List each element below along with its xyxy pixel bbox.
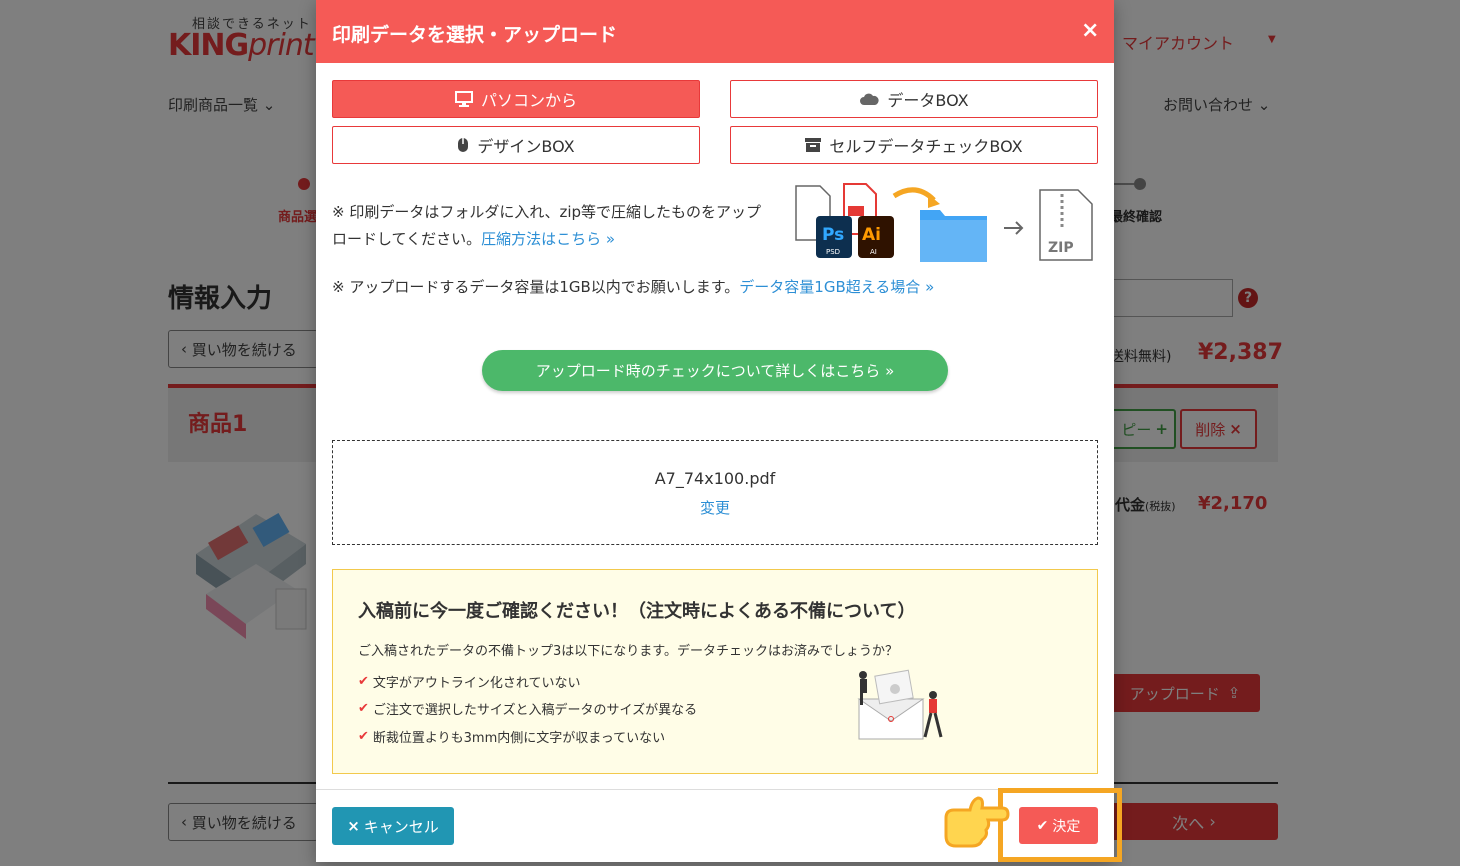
zip-illustration: Ps PSD Ai AI ZIP bbox=[795, 183, 1093, 262]
cloud-icon bbox=[860, 93, 879, 105]
pointing-hand-icon bbox=[944, 796, 1010, 848]
warning-item: ✔ 文字がアウトライン化されていない bbox=[358, 674, 581, 691]
selected-file-name: A7_74x100.pdf bbox=[654, 469, 776, 488]
warning-title: 入稿前に今一度ご確認ください！（注文時によくある不備について） bbox=[358, 601, 916, 622]
svg-text:Ps: Ps bbox=[822, 225, 844, 245]
svg-text:AI: AI bbox=[870, 248, 877, 256]
svg-text:ZIP: ZIP bbox=[1048, 240, 1074, 256]
envelope-people-illustration bbox=[857, 669, 943, 740]
cancel-button[interactable]: × キャンセル bbox=[332, 807, 454, 845]
compress-howto-link[interactable]: 圧縮方法はこちら » bbox=[481, 230, 615, 248]
upload-check-details-button[interactable]: アップロード時のチェックについて詳しくはこちら » bbox=[482, 350, 948, 391]
check-icon: ✔ bbox=[358, 701, 369, 716]
archive-icon bbox=[805, 138, 822, 152]
source-databox-button[interactable]: データBOX bbox=[730, 80, 1098, 118]
svg-text:Ai: Ai bbox=[862, 225, 881, 245]
compress-note: ※ 印刷データはフォルダに入れ、zip等で圧縮したものをアップロードしてください… bbox=[332, 203, 762, 248]
size-note: ※ アップロードするデータ容量は1GB以内でお願いします。データ容量1GB超える… bbox=[332, 278, 935, 296]
close-icon[interactable]: × bbox=[1081, 18, 1099, 43]
monitor-icon bbox=[454, 91, 473, 107]
confirm-button[interactable]: ✔ 決定 bbox=[1019, 807, 1098, 844]
modal-title: 印刷データを選択・アップロード bbox=[332, 24, 618, 46]
warning-item: ✔ 断裁位置よりも3mm内側に文字が収まっていない bbox=[358, 729, 666, 746]
check-icon: ✔ bbox=[358, 674, 369, 689]
file-dropzone[interactable]: A7_74x100.pdf 変更 bbox=[332, 440, 1098, 545]
check-icon: ✔ bbox=[358, 729, 369, 744]
large-data-link[interactable]: データ容量1GB超える場合 » bbox=[739, 278, 934, 296]
source-selfcheckbox-button[interactable]: セルフデータチェックBOX bbox=[730, 126, 1098, 164]
upload-modal: 印刷データを選択・アップロード × パソコンから データBOX デザインBOX … bbox=[316, 0, 1114, 862]
warning-intro: ご入稿されたデータの不備トップ3は以下になります。データチェックはお済みでしょう… bbox=[358, 644, 898, 659]
modal-header: 印刷データを選択・アップロード × bbox=[316, 0, 1114, 63]
change-file-link[interactable]: 変更 bbox=[333, 497, 1097, 518]
warning-item: ✔ ご注文で選択したサイズと入稿データのサイズが異なる bbox=[358, 701, 698, 718]
warning-box: 入稿前に今一度ご確認ください！（注文時によくある不備について） ご入稿されたデー… bbox=[332, 569, 1098, 774]
source-designbox-button[interactable]: デザインBOX bbox=[332, 126, 700, 164]
svg-text:PSD: PSD bbox=[826, 248, 840, 256]
check-icon: ✔ bbox=[1036, 817, 1049, 834]
mouse-icon bbox=[458, 138, 469, 152]
source-pc-button[interactable]: パソコンから bbox=[332, 80, 700, 118]
close-icon: × bbox=[347, 817, 360, 835]
